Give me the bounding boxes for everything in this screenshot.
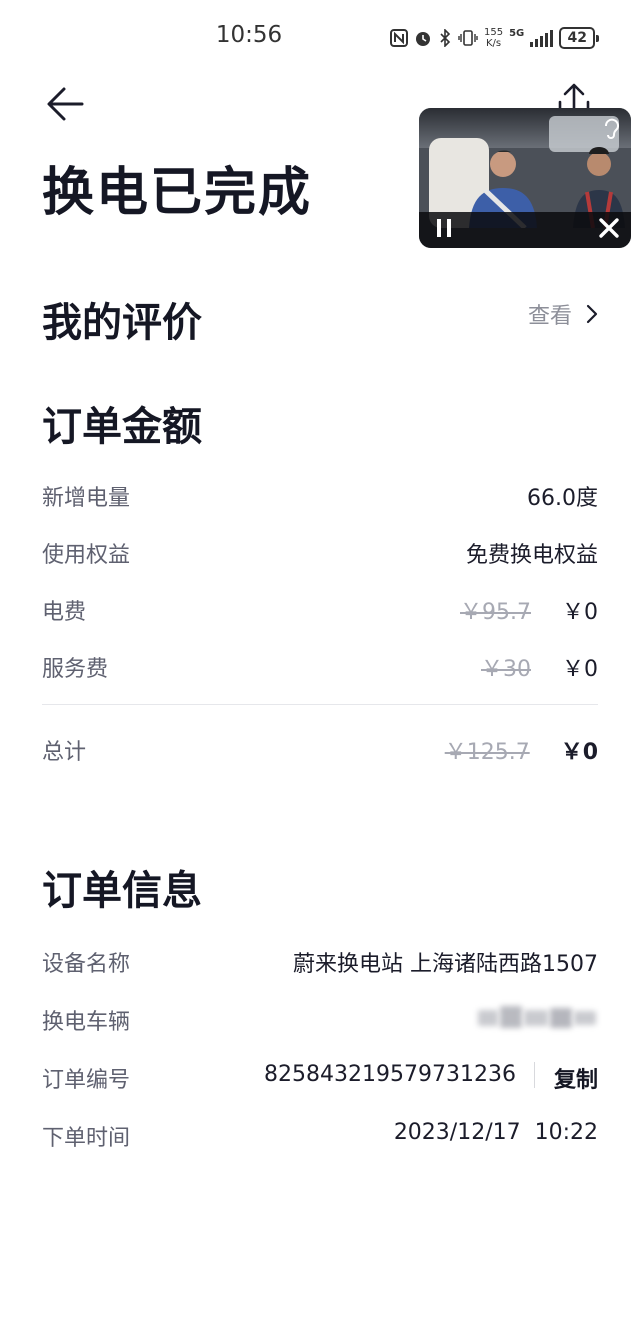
pip-video[interactable] bbox=[419, 108, 631, 248]
battery-icon: 42 bbox=[559, 27, 596, 49]
status-icons: 155 K/s 5G 42 bbox=[390, 24, 600, 52]
service-fee-value: ￥30 ￥0 bbox=[481, 651, 598, 683]
bluetooth-icon bbox=[440, 29, 451, 47]
order-info-heading: 订单信息 bbox=[42, 868, 202, 914]
vehicle-label: 换电车辆 bbox=[42, 1010, 131, 1035]
order-time-value: 2023/12/17 10:22 bbox=[393, 1120, 598, 1145]
copy-separator bbox=[534, 1062, 535, 1088]
page-title: 换电已完成 bbox=[42, 163, 313, 223]
energy-label: 新增电量 bbox=[42, 486, 131, 511]
total-original: ￥125.7 bbox=[444, 740, 530, 765]
total-value: ￥125.7 ￥0 bbox=[445, 734, 598, 766]
electricity-fee-value: ￥95.7 ￥0 bbox=[460, 594, 598, 626]
chevron-right-icon bbox=[586, 304, 598, 324]
electricity-fee-paid: ￥0 bbox=[562, 600, 598, 625]
device-value: 蔚来换电站 上海诸陆西路1507 bbox=[293, 952, 598, 977]
network-label: 5G bbox=[509, 27, 525, 39]
service-fee-label: 服务费 bbox=[42, 657, 109, 682]
signal-icon bbox=[530, 29, 554, 47]
energy-value: 66.0度 bbox=[527, 486, 598, 511]
benefit-value: 免费换电权益 bbox=[465, 543, 598, 568]
net-speed-unit: K/s bbox=[485, 38, 502, 49]
total-paid: ￥0 bbox=[560, 740, 598, 765]
total-label: 总计 bbox=[42, 740, 87, 765]
service-fee-original: ￥30 bbox=[481, 657, 531, 682]
close-icon[interactable] bbox=[597, 216, 621, 240]
vehicle-plate-blurred bbox=[478, 1002, 600, 1032]
electricity-fee-label: 电费 bbox=[42, 600, 87, 625]
order-no-value: 825843219579731236 bbox=[264, 1062, 516, 1087]
ear-icon[interactable] bbox=[601, 118, 621, 140]
pause-icon[interactable] bbox=[435, 218, 453, 238]
copy-button[interactable]: 复制 bbox=[554, 1062, 598, 1094]
net-speed: 155 K/s bbox=[484, 27, 503, 49]
order-time-label: 下单时间 bbox=[42, 1126, 131, 1151]
electricity-fee-original: ￥95.7 bbox=[460, 600, 531, 625]
arrow-left-icon[interactable] bbox=[44, 82, 88, 126]
device-label: 设备名称 bbox=[42, 952, 131, 977]
order-amount-heading: 订单金额 bbox=[42, 404, 202, 450]
net-speed-value: 155 bbox=[484, 27, 504, 38]
rating-heading: 我的评价 bbox=[42, 300, 202, 346]
order-no-label: 订单编号 bbox=[42, 1068, 131, 1093]
nfc-icon bbox=[390, 29, 408, 47]
alarm-icon bbox=[416, 32, 430, 46]
divider bbox=[42, 704, 598, 705]
benefit-label: 使用权益 bbox=[42, 543, 131, 568]
service-fee-paid: ￥0 bbox=[562, 657, 598, 682]
battery-cap bbox=[596, 34, 600, 42]
view-rating-button[interactable]: 查看 bbox=[528, 298, 598, 330]
view-label: 查看 bbox=[527, 304, 572, 329]
vibrate-icon bbox=[458, 30, 478, 46]
